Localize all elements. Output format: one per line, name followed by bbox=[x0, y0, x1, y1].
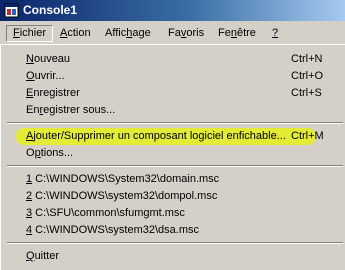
menu-affichage[interactable]: Affichage bbox=[99, 25, 157, 42]
menu-fenetre[interactable]: Fenêtre bbox=[212, 25, 262, 42]
menu-item-label: 1 C:\WINDOWS\System32\domain.msc bbox=[26, 173, 220, 185]
menu-item-label: 2 C:\WINDOWS\system32\dompol.msc bbox=[26, 190, 218, 202]
menu-action[interactable]: Action bbox=[54, 25, 97, 42]
menu-separator bbox=[7, 242, 343, 244]
menu-item-nouveau[interactable]: Nouveau Ctrl+N bbox=[5, 50, 343, 68]
menu-separator bbox=[7, 165, 343, 167]
menu-item-recent-1[interactable]: 1 C:\WINDOWS\System32\domain.msc bbox=[5, 170, 343, 188]
menu-item-shortcut: Ctrl+S bbox=[291, 87, 322, 99]
menu-bar: Fichier Action Affichage Favoris Fenêtre… bbox=[0, 23, 345, 44]
menu-item-shortcut: Ctrl+O bbox=[291, 70, 324, 82]
file-menu-dropdown: Nouveau Ctrl+N Ouvrir... Ctrl+O Enregist… bbox=[0, 44, 345, 270]
menu-item-label: Ajouter/Supprimer un composant logiciel … bbox=[26, 130, 286, 142]
title-bar[interactable]: Console1 bbox=[0, 0, 345, 21]
menu-fichier[interactable]: Fichier bbox=[6, 25, 54, 42]
window-title: Console1 bbox=[23, 3, 78, 17]
menu-item-ajouter-supprimer-composant[interactable]: Ajouter/Supprimer un composant logiciel … bbox=[5, 127, 343, 145]
mmc-console-window: Console1 Fichier Action Affichage Favori… bbox=[0, 0, 345, 270]
menu-item-shortcut: Ctrl+M bbox=[291, 130, 324, 142]
menu-item-label: Nouveau bbox=[26, 53, 71, 65]
menu-favoris[interactable]: Favoris bbox=[162, 25, 210, 42]
menu-item-label: Ouvrir... bbox=[26, 70, 65, 82]
menu-item-recent-3[interactable]: 3 C:\SFU\common\sfumgmt.msc bbox=[5, 204, 343, 222]
mmc-app-icon bbox=[4, 3, 19, 18]
menu-item-label: 4 C:\WINDOWS\system32\dsa.msc bbox=[26, 224, 199, 236]
menu-item-shortcut: Ctrl+N bbox=[291, 53, 323, 65]
menu-item-quitter[interactable]: Quitter bbox=[5, 247, 343, 265]
menu-item-enregistrer-sous[interactable]: Enregistrer sous... bbox=[5, 101, 343, 119]
menu-item-label: Enregistrer bbox=[26, 87, 80, 99]
menu-item-label: 3 C:\SFU\common\sfumgmt.msc bbox=[26, 207, 185, 219]
menu-item-ouvrir[interactable]: Ouvrir... Ctrl+O bbox=[5, 67, 343, 85]
menu-item-label: Enregistrer sous... bbox=[26, 104, 116, 116]
menu-item-recent-2[interactable]: 2 C:\WINDOWS\system32\dompol.msc bbox=[5, 187, 343, 205]
menu-item-label: Quitter bbox=[26, 250, 60, 262]
menu-help[interactable]: ? bbox=[266, 25, 284, 42]
menu-item-recent-4[interactable]: 4 C:\WINDOWS\system32\dsa.msc bbox=[5, 221, 343, 239]
menu-separator bbox=[7, 122, 343, 124]
menu-item-options[interactable]: Options... bbox=[5, 144, 343, 162]
menu-item-enregistrer[interactable]: Enregistrer Ctrl+S bbox=[5, 84, 343, 102]
menu-item-label: Options... bbox=[26, 147, 74, 159]
